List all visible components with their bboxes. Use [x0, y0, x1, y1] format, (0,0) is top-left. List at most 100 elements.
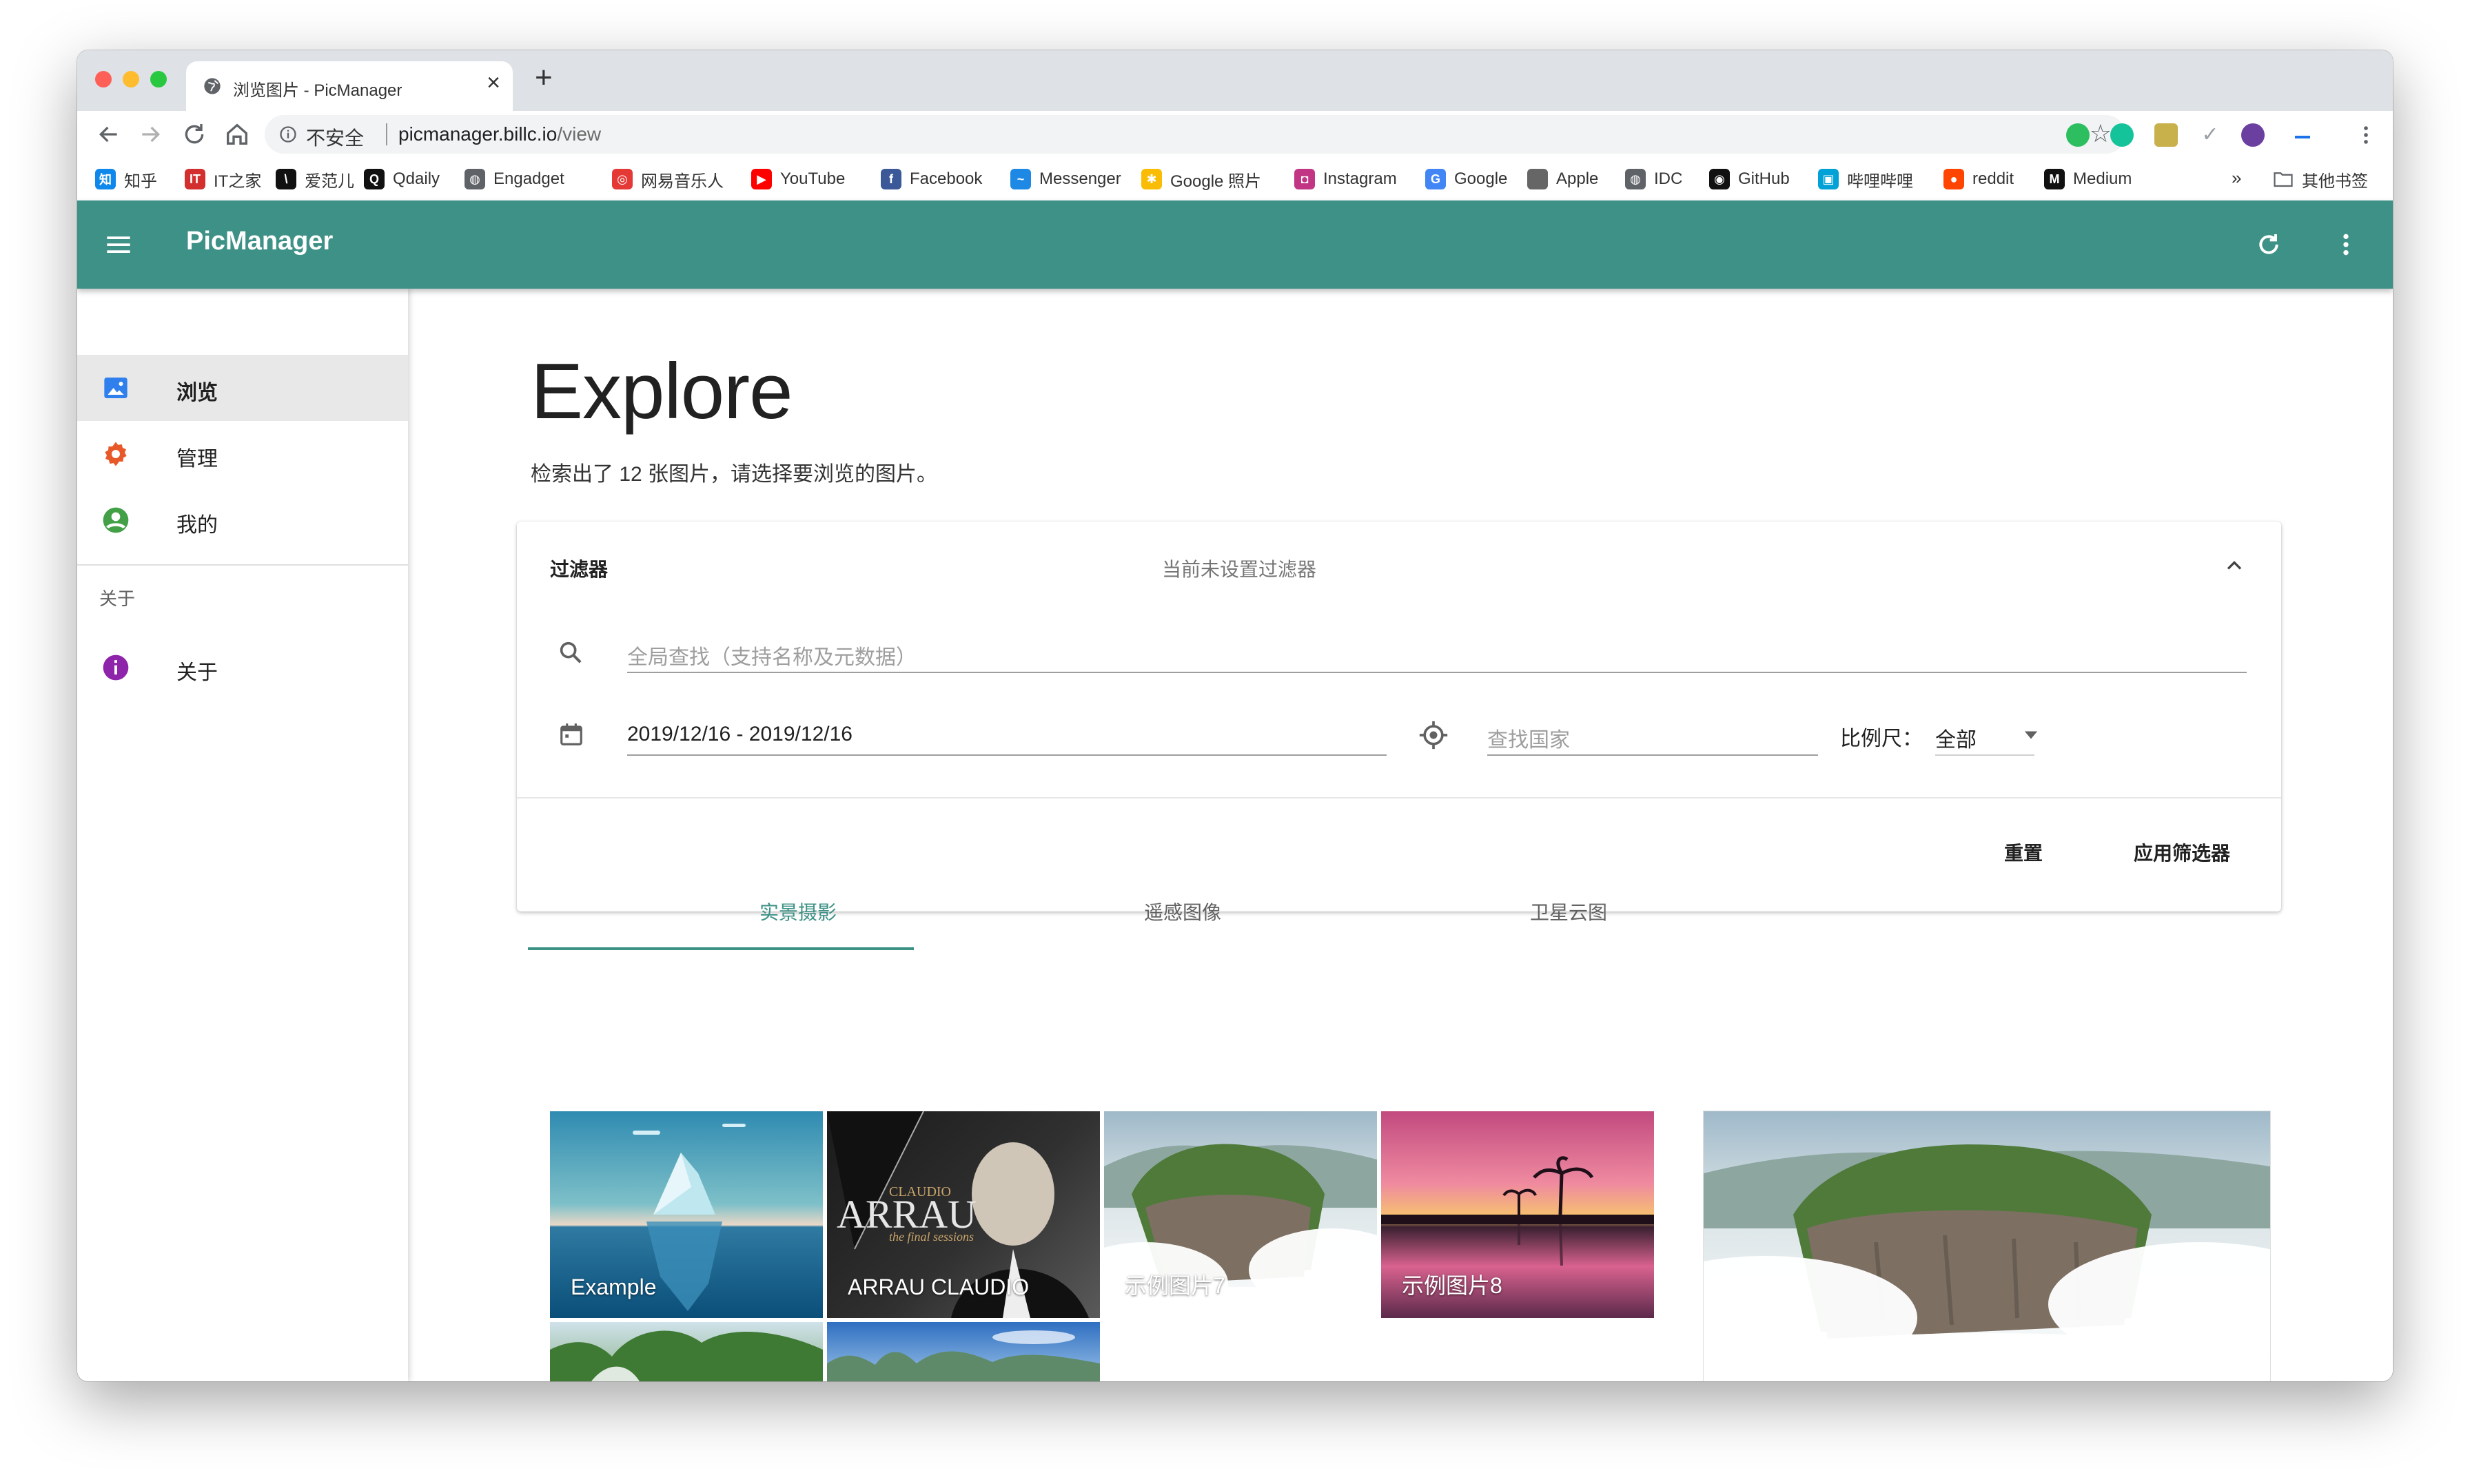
- minimize-window-button[interactable]: [123, 71, 139, 87]
- bookmark-label: Engadget: [493, 169, 564, 188]
- bookmark-item[interactable]: f Facebook: [881, 167, 982, 191]
- active-tab-indicator: [528, 947, 914, 950]
- country-search-input[interactable]: 查找国家: [1487, 714, 1818, 756]
- bookmark-item[interactable]: ◘ Instagram: [1294, 167, 1397, 191]
- calendar-icon[interactable]: [558, 721, 584, 748]
- netease-icon: ◎: [612, 169, 633, 189]
- check-extension-icon[interactable]: ✓: [2198, 123, 2222, 147]
- sidebar-item-about[interactable]: 关于: [77, 635, 408, 701]
- sidebar-divider: [77, 564, 408, 566]
- bookmark-star-icon[interactable]: ☆: [2090, 119, 2112, 148]
- globe-icon: ◍: [1625, 169, 1646, 189]
- close-window-button[interactable]: [95, 71, 112, 87]
- gallery-item-arrau[interactable]: CLAUDIO ARRAU the final sessions ARRAU C…: [827, 1111, 1100, 1318]
- search-icon: [560, 641, 582, 663]
- new-tab-button[interactable]: +: [535, 63, 553, 93]
- onenote-extension-icon[interactable]: [2241, 123, 2265, 147]
- forward-icon[interactable]: [136, 121, 164, 148]
- page-title: Explore: [531, 348, 793, 435]
- sidebar-item-mine[interactable]: 我的: [77, 487, 408, 553]
- more-vert-icon[interactable]: [2332, 231, 2360, 258]
- bookmark-item[interactable]: Q Qdaily: [364, 167, 440, 191]
- image-preview[interactable]: [1703, 1111, 2271, 1381]
- evernote-extension-icon[interactable]: [2066, 123, 2090, 147]
- ratio-label: 比例尺：: [1840, 728, 1923, 750]
- bookmark-item[interactable]: ▶ YouTube: [751, 167, 845, 191]
- maximize-window-button[interactable]: [150, 71, 167, 87]
- url-host: picmanager.billc.io: [398, 123, 558, 145]
- ratio-select[interactable]: 全部: [1935, 714, 2045, 756]
- filter-panel: 过滤器 当前未设置过滤器 全局查找（支持名称及元数据） 2019/12/16 -: [517, 522, 2281, 911]
- reload-icon[interactable]: [181, 121, 208, 148]
- extension-icon[interactable]: [2295, 129, 2310, 138]
- url-path: /view: [557, 123, 602, 145]
- bookmark-item[interactable]: ◉ GitHub: [1709, 167, 1790, 191]
- location-target-icon[interactable]: [1418, 720, 1449, 750]
- chevron-up-icon[interactable]: [2222, 553, 2247, 578]
- bookmark-item[interactable]: ▣ 哔哩哔哩: [1818, 167, 1913, 191]
- sidebar-item-browse[interactable]: 浏览: [77, 355, 408, 421]
- menu-icon[interactable]: [105, 232, 132, 257]
- tab-title: 浏览图片 - PicManager: [233, 81, 402, 100]
- bookmark-item[interactable]: IT IT之家: [185, 167, 261, 191]
- tab-satellite-cloud[interactable]: 卫星云图: [1530, 898, 1607, 925]
- sidebar-item-manage[interactable]: 管理: [77, 421, 408, 487]
- bookmark-item[interactable]: ◍ IDC: [1625, 167, 1682, 191]
- bookmark-item[interactable]: ~ Messenger: [1010, 167, 1121, 191]
- bookmark-item[interactable]: ✱ Google 照片: [1141, 167, 1261, 191]
- bookmarks-overflow-icon[interactable]: »: [2232, 167, 2241, 189]
- app-bar: PicManager: [77, 200, 2393, 289]
- bookmark-label: IT之家: [214, 172, 262, 191]
- filter-title: 过滤器: [550, 559, 609, 580]
- tab-remote-sensing[interactable]: 遥感图像: [1144, 898, 1221, 925]
- date-range-field[interactable]: 2019/12/16 - 2019/12/16: [627, 714, 1387, 756]
- gallery-item-sample-8[interactable]: 示例图片8: [1381, 1111, 1654, 1318]
- gallery-caption: Example: [571, 1275, 657, 1299]
- tab-photography[interactable]: 实景摄影: [759, 898, 837, 925]
- gallery-item[interactable]: [550, 1322, 823, 1381]
- date-range-value: 2019/12/16 - 2019/12/16: [627, 723, 853, 745]
- github-icon: ◉: [1709, 169, 1730, 189]
- bookmark-item[interactable]: Apple: [1527, 167, 1598, 191]
- other-bookmarks[interactable]: 其他书签: [2273, 167, 2368, 191]
- folder-icon: [2274, 172, 2293, 187]
- close-tab-icon[interactable]: ×: [487, 71, 500, 94]
- globe-icon: ◍: [465, 169, 485, 189]
- browser-tab[interactable]: 浏览图片 - PicManager ×: [186, 61, 513, 111]
- home-icon[interactable]: [223, 121, 251, 148]
- ratio-value: 全部: [1935, 729, 1977, 752]
- info-icon: [103, 655, 129, 681]
- bookmark-item[interactable]: ◎ 网易音乐人: [612, 167, 724, 191]
- gallery-item[interactable]: [827, 1322, 1100, 1381]
- browser-menu-icon[interactable]: [2354, 123, 2378, 147]
- bookmark-item[interactable]: \ 爱范儿: [276, 167, 354, 191]
- extension-icon[interactable]: [2154, 123, 2178, 147]
- bookmark-item[interactable]: G Google: [1425, 167, 1507, 191]
- apply-filter-button[interactable]: 应用筛选器: [2134, 838, 2230, 866]
- bookmark-item[interactable]: ◍ Engadget: [465, 167, 564, 191]
- gallery-item-sample-7[interactable]: 示例图片7: [1104, 1111, 1377, 1318]
- youtube-icon: ▶: [751, 169, 772, 189]
- info-icon[interactable]: [278, 125, 298, 144]
- gallery-caption: 示例图片8: [1402, 1273, 1502, 1298]
- chevron-down-icon: [2024, 731, 2038, 739]
- gallery-item-example[interactable]: Example: [550, 1111, 823, 1318]
- refresh-icon[interactable]: [2255, 231, 2283, 258]
- search-input[interactable]: 全局查找（支持名称及元数据）: [627, 632, 2247, 673]
- zhihu-icon: 知: [95, 169, 116, 189]
- bookmark-item[interactable]: ● reddit: [1943, 167, 2014, 191]
- security-label: 不安全: [306, 127, 365, 149]
- bookmark-item[interactable]: M Medium: [2044, 167, 2132, 191]
- reset-button[interactable]: 重置: [2004, 838, 2043, 866]
- facebook-icon: f: [881, 169, 901, 189]
- address-bar[interactable]: 不安全 picmanager.billc.io/view ☆: [265, 115, 2125, 154]
- bookmark-item[interactable]: 知知乎: [95, 167, 157, 191]
- bookmark-label: 网易音乐人: [641, 172, 724, 191]
- grammarly-extension-icon[interactable]: [2110, 123, 2134, 147]
- bookmark-label: Messenger: [1039, 169, 1121, 188]
- back-icon[interactable]: [95, 121, 123, 148]
- app-title: PicManager: [186, 227, 334, 256]
- bookmark-label: 爱范儿: [305, 172, 354, 191]
- bookmark-label: Instagram: [1323, 169, 1397, 188]
- image-icon: [104, 378, 127, 398]
